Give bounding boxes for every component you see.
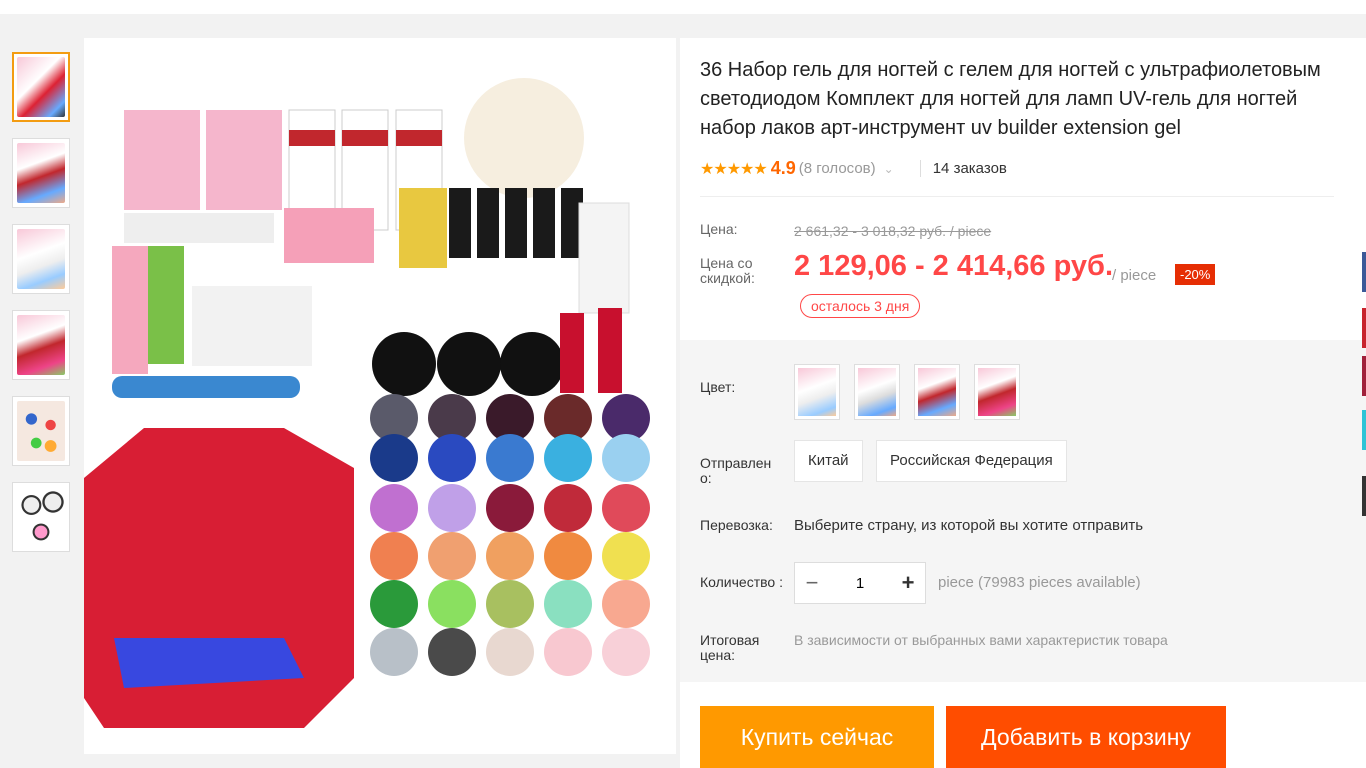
color-swatch-1[interactable] — [794, 364, 840, 420]
quantity-label: Количество : — [700, 574, 783, 590]
sku-panel — [680, 340, 1366, 682]
main-product-image — [84, 38, 676, 754]
quantity-increase-button[interactable]: + — [891, 570, 925, 596]
quantity-decrease-button[interactable]: − — [795, 570, 829, 596]
add-to-cart-button[interactable]: Добавить в корзину — [946, 706, 1226, 768]
product-title: 36 Набор гель для ногтей с гелем для ног… — [700, 59, 1321, 139]
price-label: Цена: — [700, 221, 738, 237]
thumbnail-2[interactable] — [12, 138, 70, 208]
quantity-input[interactable] — [835, 574, 885, 592]
discount-badge: -20% — [1175, 264, 1216, 285]
chevron-down-icon[interactable]: ⌄ — [884, 162, 894, 176]
rating-score: 4.9 — [770, 158, 796, 178]
thumbnail-3[interactable] — [12, 224, 70, 294]
thumbnail-6[interactable] — [12, 482, 70, 552]
color-label: Цвет: — [700, 379, 736, 395]
rating-votes[interactable]: (8 голосов) — [799, 160, 876, 177]
buy-now-button[interactable]: Купить сейчас — [700, 706, 934, 768]
star-rating-icon: ★★★★★ — [700, 160, 768, 178]
ship-from-label: Отправлен о: — [700, 455, 772, 486]
thumbnail-4[interactable] — [12, 310, 70, 380]
available-quantity: piece (79983 pieces available) — [938, 574, 1141, 591]
shipping-label: Перевозка: — [700, 517, 773, 533]
rating-row: ★★★★★ 4.9 (8 голосов) ⌄ 14 заказов — [700, 158, 1007, 179]
total-price-value: В зависимости от выбранных вами характер… — [794, 632, 1168, 648]
thumbnail-5[interactable] — [12, 396, 70, 466]
product-illustration — [84, 38, 676, 754]
color-swatch-4[interactable] — [974, 364, 1020, 420]
share-email-icon[interactable] — [1362, 476, 1366, 516]
discount-price-label: Цена со скидкой: — [700, 255, 755, 286]
shipping-value[interactable]: Выберите страну, из которой вы хотите от… — [794, 517, 1143, 534]
thumbnail-1[interactable] — [12, 52, 70, 122]
orders-count: 14 заказов — [919, 160, 1007, 177]
top-bar — [0, 0, 1366, 14]
color-swatch-2[interactable] — [854, 364, 900, 420]
ship-from-china[interactable]: Китай — [794, 440, 863, 482]
share-twitter-icon[interactable] — [1362, 410, 1366, 450]
original-price: 2 661,32 - 3 018,32 руб. / piece — [794, 223, 992, 239]
discounted-price: 2 129,06 - 2 414,66 руб. — [794, 250, 1114, 282]
days-left-badge: осталось 3 дня — [800, 294, 921, 318]
per-unit-label: / piece — [1112, 267, 1157, 284]
divider — [700, 196, 1334, 197]
share-vk-icon[interactable] — [1362, 356, 1366, 396]
quantity-stepper: − + — [794, 562, 926, 604]
color-swatch-3[interactable] — [914, 364, 960, 420]
ship-from-russia[interactable]: Российская Федерация — [876, 440, 1067, 482]
product-info-panel: 36 Набор гель для ногтей с гелем для ног… — [680, 38, 1366, 768]
share-pinterest-icon[interactable] — [1362, 308, 1366, 348]
total-price-label: Итоговая цена: — [700, 632, 760, 663]
share-facebook-icon[interactable] — [1362, 252, 1366, 292]
thumbnail-list — [12, 52, 72, 568]
